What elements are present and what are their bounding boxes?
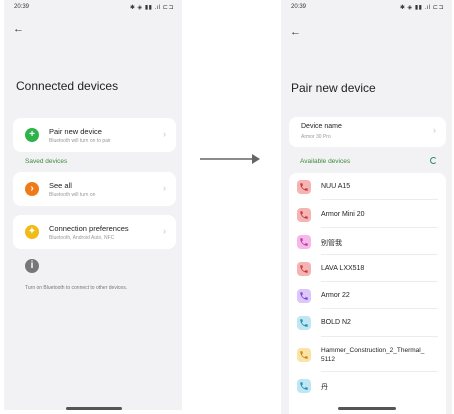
pair-new-device-card[interactable]: + Pair new device Bluetooth will turn on…	[13, 118, 176, 152]
available-devices-header: Available devices	[300, 158, 351, 165]
home-indicator	[338, 407, 396, 410]
status-bar: 20:39 ✱ ◈ ▮▮ .ıl ⊏⊐	[291, 4, 444, 14]
saved-devices-header: Saved devices	[25, 158, 68, 165]
device-name: Armor Mini 20	[321, 210, 365, 218]
device-name: LAVA LXX518	[321, 264, 365, 272]
pair-new-device-label: Pair new device	[49, 127, 102, 136]
home-indicator	[66, 407, 122, 410]
info-icon: i	[25, 259, 39, 273]
device-row[interactable]: 丹	[289, 372, 446, 400]
status-icons: ✱ ◈ ▮▮ .ıl ⊏⊐	[129, 5, 174, 11]
transition-arrow-icon	[200, 154, 260, 164]
phone-icon	[297, 347, 311, 362]
device-name: Hammer_Construction_2_Thermal_ 5112	[321, 347, 425, 363]
phone-icon	[297, 288, 311, 303]
chevron-right-icon: ›	[163, 183, 166, 193]
bluetooth-footer-text: Turn on Bluetooth to connect to other de…	[25, 285, 128, 291]
chevron-right-icon: ›	[163, 226, 166, 236]
plus-icon: +	[25, 128, 39, 142]
chevron-right-icon: ›	[163, 129, 166, 139]
page-title: Pair new device	[291, 81, 376, 95]
device-name: BOLD N2	[321, 319, 351, 326]
device-row[interactable]: Hammer_Construction_2_Thermal_ 5112	[289, 337, 446, 372]
device-name-label: Device name	[301, 123, 342, 130]
device-row[interactable]: NUU A15	[289, 173, 446, 200]
phone-icon	[297, 207, 311, 222]
status-time: 20:39	[14, 4, 30, 10]
device-row[interactable]: Armor 22	[289, 282, 446, 309]
device-row[interactable]: BOLD N2	[289, 309, 446, 337]
device-row[interactable]: Armor Mini 20	[289, 201, 446, 228]
status-icons: ✱ ◈ ▮▮ .ıl ⊏⊐	[399, 5, 444, 11]
pair-new-device-subtitle: Bluetooth will turn on to pair	[49, 138, 111, 144]
page-title: Connected devices	[16, 79, 119, 93]
device-name: NUU A15	[321, 182, 351, 190]
back-arrow-icon[interactable]: ←	[290, 27, 301, 38]
device-name: Armor 22	[321, 291, 350, 299]
status-bar: 20:39 ✱ ◈ ▮▮ .ıl ⊏⊐	[14, 4, 174, 14]
divider	[321, 199, 438, 200]
device-row[interactable]: 别管我	[289, 228, 446, 255]
back-arrow-icon[interactable]: ←	[13, 24, 24, 35]
connection-preferences-subtitle: Bluetooth, Android Auto, NFC	[49, 235, 115, 241]
pair-new-device-screen: 20:39 ✱ ◈ ▮▮ .ıl ⊏⊐ ← Pair new device De…	[281, 0, 452, 414]
device-name: 丹	[321, 384, 328, 391]
chevron-circle-icon: ›	[25, 182, 39, 196]
available-devices-list: NUU A15 Armor Mini 20 别管我 LAVA LXX518 Armor …	[289, 173, 446, 414]
phone-icon	[297, 261, 311, 276]
phone-icon	[297, 234, 311, 249]
see-all-card[interactable]: › See all Bluetooth will turn on ›	[13, 172, 176, 206]
status-time: 20:39	[291, 4, 307, 10]
connection-preferences-label: Connection preferences	[49, 224, 129, 233]
see-all-subtitle: Bluetooth will turn on	[49, 192, 96, 198]
bluetooth-settings-icon: ✦	[25, 225, 39, 239]
phone-icon	[297, 316, 311, 330]
see-all-label: See all	[49, 181, 72, 190]
phone-icon	[297, 379, 311, 393]
connection-preferences-card[interactable]: ✦ Connection preferences Bluetooth, Andr…	[13, 215, 176, 249]
device-name: 别管我	[321, 239, 342, 247]
device-row[interactable]: LAVA LXX518	[289, 255, 446, 282]
device-name-value: Armor 30 Pro	[301, 134, 331, 140]
phone-icon	[297, 179, 311, 194]
connected-devices-screen: 20:39 ✱ ◈ ▮▮ .ıl ⊏⊐ ← Connected devices …	[4, 0, 182, 410]
chevron-right-icon: ›	[433, 125, 436, 135]
device-name-card[interactable]: Device name Armor 30 Pro ›	[289, 117, 446, 147]
loading-spinner-icon	[430, 157, 437, 164]
